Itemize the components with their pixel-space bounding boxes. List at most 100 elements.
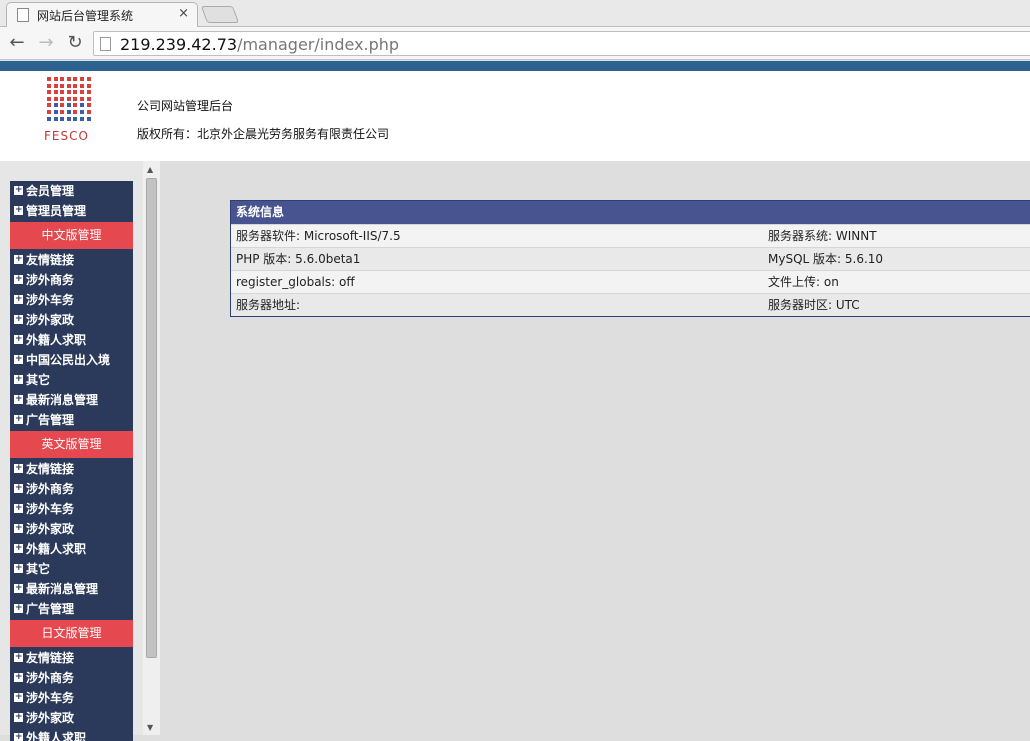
sidebar-item-label: 涉外家政	[26, 522, 75, 536]
sidebar-item-label: 友情链接	[26, 253, 75, 267]
expand-icon[interactable]: +	[14, 504, 23, 513]
expand-icon[interactable]: +	[14, 673, 23, 682]
expand-icon[interactable]: +	[14, 733, 23, 741]
system-info-cell: 文件上传: on	[768, 275, 839, 289]
sidebar-item-label: 友情链接	[26, 651, 75, 665]
sidebar-item[interactable]: + 外籍人求职	[10, 330, 133, 350]
back-icon[interactable]: ←	[6, 32, 28, 54]
expand-icon[interactable]: +	[14, 693, 23, 702]
system-info-cell: 服务器软件: Microsoft-IIS/7.5	[236, 229, 401, 243]
expand-icon[interactable]: +	[14, 315, 23, 324]
expand-icon[interactable]: +	[14, 653, 23, 662]
expand-icon[interactable]: +	[14, 186, 23, 195]
sidebar-section-header[interactable]: 日文版管理	[10, 620, 133, 647]
sidebar-item-label: 中国公民出入境	[26, 353, 111, 367]
expand-icon[interactable]: +	[14, 484, 23, 493]
system-info-row: register_globals: off 文件上传: on	[231, 270, 1030, 293]
sidebar-item[interactable]: + 涉外家政	[10, 708, 133, 728]
sidebar-item[interactable]: + 其它	[10, 559, 133, 579]
system-info-row: 服务器软件: Microsoft-IIS/7.5 服务器系统: WINNT	[231, 224, 1030, 247]
sidebar-item[interactable]: + 涉外商务	[10, 270, 133, 290]
url-text[interactable]: 219.239.42.73/manager/index.php	[120, 35, 399, 54]
sidebar-item[interactable]: + 涉外商务	[10, 668, 133, 688]
new-tab-button[interactable]	[200, 6, 240, 23]
sidebar-item-label: 涉外商务	[26, 273, 75, 287]
sidebar-item-label: 外籍人求职	[26, 333, 87, 347]
sidebar-item[interactable]: + 广告管理	[10, 410, 133, 430]
expand-icon[interactable]: +	[14, 584, 23, 593]
sidebar-item-label: 友情链接	[26, 462, 75, 476]
page-icon	[100, 37, 111, 51]
expand-icon[interactable]: +	[14, 275, 23, 284]
system-info-row: PHP 版本: 5.6.0beta1 MySQL 版本: 5.6.10	[231, 247, 1030, 270]
sidebar-scrollbar[interactable]: ▲ ▼	[143, 161, 160, 735]
sidebar-section-header[interactable]: 英文版管理	[10, 431, 133, 458]
sidebar-item[interactable]: + 中国公民出入境	[10, 350, 133, 370]
page: FESCO 公司网站管理后台 版权所有：北京外企晨光劳务服务有限责任公司 + 会员…	[0, 61, 1030, 741]
sidebar-item[interactable]: + 管理员管理	[10, 201, 133, 221]
expand-icon[interactable]: +	[14, 524, 23, 533]
expand-icon[interactable]: +	[14, 335, 23, 344]
browser-tab[interactable]: 网站后台管理系统 ×	[6, 2, 198, 27]
expand-icon[interactable]: +	[14, 255, 23, 264]
sidebar-item[interactable]: + 其它	[10, 370, 133, 390]
sidebar-item[interactable]: + 涉外商务	[10, 479, 133, 499]
tab-title: 网站后台管理系统	[37, 9, 134, 23]
sidebar-item[interactable]: + 友情链接	[10, 459, 133, 479]
sidebar-item-label: 涉外车务	[26, 502, 75, 516]
expand-icon[interactable]: +	[14, 604, 23, 613]
sidebar-section-header[interactable]: 中文版管理	[10, 222, 133, 249]
sidebar-menu: + 会员管理 + 管理员管理 中文版管理 + 友情链接 + 涉外商务 + 涉外车务 + 涉外家政 + 外籍人…	[10, 181, 133, 741]
sidebar-item[interactable]: + 友情链接	[10, 648, 133, 668]
expand-icon[interactable]: +	[14, 206, 23, 215]
scroll-up-icon[interactable]: ▲	[147, 165, 153, 174]
sidebar-item[interactable]: + 最新消息管理	[10, 390, 133, 410]
expand-icon[interactable]: +	[14, 544, 23, 553]
expand-icon[interactable]: +	[14, 355, 23, 364]
expand-icon[interactable]: +	[14, 295, 23, 304]
reload-icon[interactable]: ↻	[64, 32, 86, 54]
sidebar-item[interactable]: + 涉外车务	[10, 290, 133, 310]
sidebar-item-label: 涉外商务	[26, 482, 75, 496]
sidebar-item-label: 外籍人求职	[26, 731, 87, 741]
forward-icon[interactable]: →	[35, 32, 57, 54]
copyright-text: 版权所有：北京外企晨光劳务服务有限责任公司	[137, 127, 390, 141]
scrollbar-thumb[interactable]	[146, 178, 157, 658]
site-title: 公司网站管理后台	[137, 99, 234, 113]
system-info-cell: 服务器地址:	[236, 298, 301, 312]
address-bar[interactable]: 219.239.42.73/manager/index.php	[93, 31, 1030, 56]
header: FESCO 公司网站管理后台 版权所有：北京外企晨光劳务服务有限责任公司	[0, 71, 1030, 161]
sidebar-item[interactable]: + 会员管理	[10, 181, 133, 201]
scroll-down-icon[interactable]: ▼	[147, 723, 153, 732]
close-tab-icon[interactable]: ×	[178, 6, 189, 21]
expand-icon[interactable]: +	[14, 375, 23, 384]
sidebar-item-label: 其它	[26, 562, 51, 576]
sidebar-item-label: 管理员管理	[26, 204, 87, 218]
sidebar-item[interactable]: + 最新消息管理	[10, 579, 133, 599]
sidebar-item-label: 涉外家政	[26, 313, 75, 327]
system-info-title: 系统信息	[231, 201, 1030, 224]
browser-toolbar: ← → ↻ 219.239.42.73/manager/index.php	[0, 27, 1030, 60]
expand-icon[interactable]: +	[14, 713, 23, 722]
sidebar-item-label: 涉外家政	[26, 711, 75, 725]
sidebar-item-label: 最新消息管理	[26, 582, 99, 596]
logo-text: FESCO	[44, 129, 89, 143]
sidebar-item-label: 涉外车务	[26, 691, 75, 705]
system-info-cell: PHP 版本: 5.6.0beta1	[236, 252, 361, 266]
url-host: 219.239.42.73	[120, 35, 238, 54]
system-info-cell: 服务器时区: UTC	[768, 298, 860, 312]
expand-icon[interactable]: +	[14, 464, 23, 473]
expand-icon[interactable]: +	[14, 415, 23, 424]
system-info-cell: MySQL 版本: 5.6.10	[768, 252, 884, 266]
sidebar-item[interactable]: + 涉外车务	[10, 688, 133, 708]
sidebar-item-label: 会员管理	[26, 184, 75, 198]
sidebar-item-label: 广告管理	[26, 413, 75, 427]
sidebar-item[interactable]: + 涉外车务	[10, 499, 133, 519]
sidebar-item[interactable]: + 外籍人求职	[10, 539, 133, 559]
sidebar-item[interactable]: + 友情链接	[10, 250, 133, 270]
expand-icon[interactable]: +	[14, 564, 23, 573]
sidebar-item[interactable]: + 涉外家政	[10, 310, 133, 330]
sidebar-item[interactable]: + 涉外家政	[10, 519, 133, 539]
expand-icon[interactable]: +	[14, 395, 23, 404]
sidebar-item[interactable]: + 广告管理	[10, 599, 133, 619]
